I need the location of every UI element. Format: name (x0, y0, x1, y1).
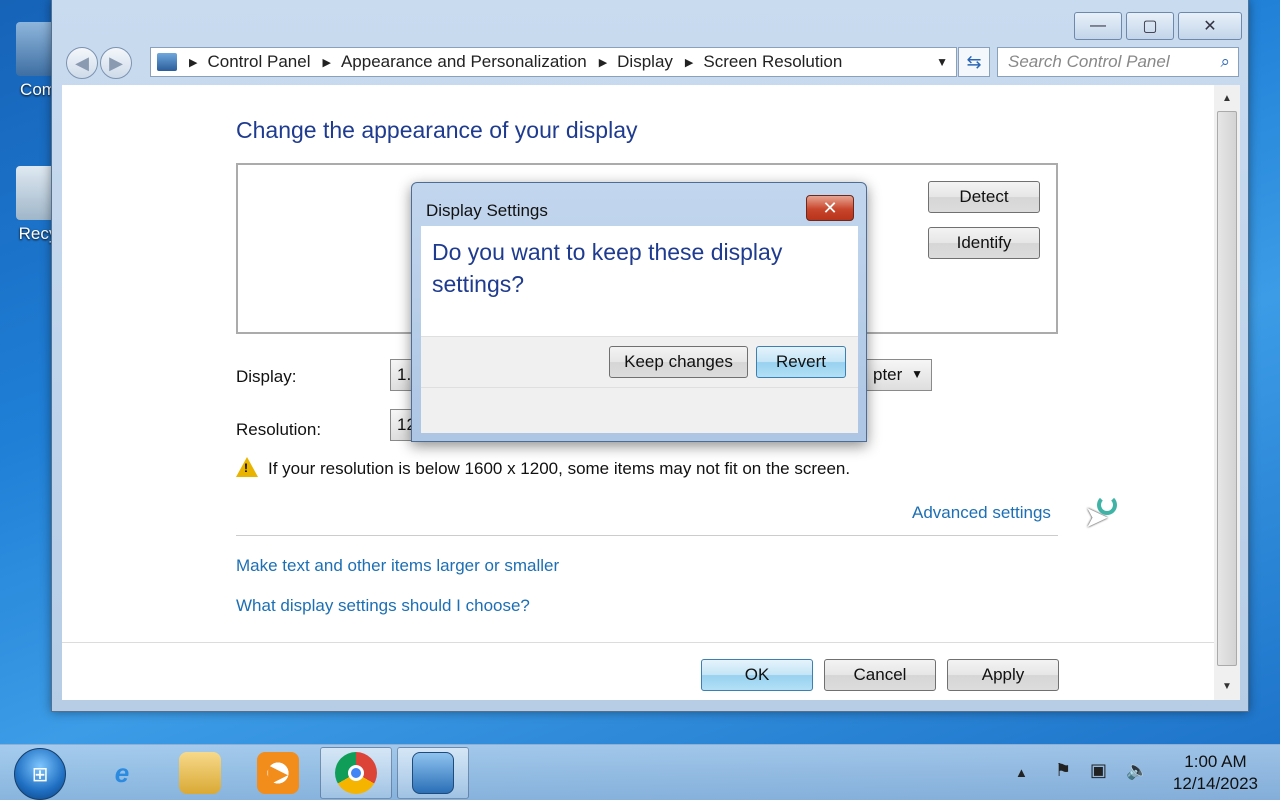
busy-indicator-icon (1097, 495, 1117, 515)
resolution-warning: If your resolution is below 1600 x 1200,… (268, 459, 851, 478)
breadcrumb-control-panel[interactable]: Control Panel (207, 52, 310, 72)
close-icon: ✕ (1203, 18, 1217, 35)
show-hidden-icons-button[interactable]: ▲ (1015, 765, 1028, 780)
ok-button[interactable]: OK (701, 659, 813, 691)
clock-time: 1:00 AM (1184, 752, 1247, 771)
maximize-button[interactable]: ▢ (1126, 12, 1174, 40)
warning-icon: ! (236, 457, 258, 477)
taskbar-file-explorer[interactable] (164, 747, 236, 799)
search-input[interactable]: Search Control Panel ⌕ (997, 47, 1239, 77)
scroll-down-icon[interactable]: ▼ (1214, 681, 1240, 692)
footer-divider (62, 642, 1214, 643)
refresh-button[interactable]: ⇆ (958, 47, 990, 77)
breadcrumb-screen-resolution[interactable]: Screen Resolution (703, 52, 842, 72)
maximize-icon: ▢ (1142, 18, 1158, 35)
dialog-footer: Keep changes Revert (421, 336, 858, 433)
breadcrumb-arrow-icon: ▶ (598, 56, 608, 69)
advanced-settings-link[interactable]: Advanced settings (912, 503, 1051, 523)
display-select-value-tail: pter (873, 365, 903, 384)
resolution-label: Resolution: (236, 420, 322, 439)
display-help-link[interactable]: What display settings should I choose? (236, 596, 530, 616)
dialog-footer-divider (421, 387, 858, 388)
apply-button[interactable]: Apply (947, 659, 1059, 691)
windows-logo-icon: ⊞ (31, 763, 49, 786)
taskbar-control-panel[interactable] (397, 747, 469, 799)
identify-button[interactable]: Identify (928, 227, 1040, 259)
search-placeholder: Search Control Panel (1008, 52, 1170, 71)
dialog-close-button[interactable]: ✕ (806, 195, 854, 221)
close-button[interactable]: ✕ (1178, 12, 1242, 40)
chevron-down-icon: ▼ (911, 367, 923, 381)
search-icon[interactable]: ⌕ (1220, 52, 1230, 72)
breadcrumb-arrow-icon: ▶ (189, 56, 198, 69)
taskbar-internet-explorer[interactable]: e (86, 747, 158, 799)
back-button[interactable]: ◀ (66, 47, 98, 79)
display-label: Display: (236, 367, 297, 386)
dialog-body: Do you want to keep these display settin… (421, 226, 858, 433)
cancel-button[interactable]: Cancel (824, 659, 936, 691)
display-select-value: 1. (397, 365, 412, 384)
network-icon[interactable]: ▣ (1090, 760, 1107, 781)
taskbar-media-player[interactable]: ▶ (242, 747, 314, 799)
start-button[interactable]: ⊞ (14, 748, 66, 800)
close-icon: ✕ (822, 197, 838, 218)
refresh-icon: ⇆ (966, 51, 982, 72)
address-bar[interactable]: ▶ Control Panel ▶ Appearance and Persona… (150, 47, 957, 77)
forward-button[interactable]: ▶ (100, 47, 132, 79)
breadcrumb-appearance[interactable]: Appearance and Personalization (341, 52, 587, 72)
internet-explorer-icon: e (114, 757, 130, 788)
page-title: Change the appearance of your display (236, 117, 638, 143)
taskbar: ⊞ e ▶ ▲ ⚑ ▣ 🔈 1:00 AM 12/14/2023 (0, 744, 1280, 800)
control-panel-icon (157, 53, 177, 71)
keep-changes-button[interactable]: Keep changes (609, 346, 748, 378)
text-size-link[interactable]: Make text and other items larger or smal… (236, 556, 559, 576)
volume-muted-icon[interactable]: 🔈 (1126, 760, 1148, 781)
breadcrumb-arrow-icon: ▶ (322, 56, 331, 69)
folder-icon (179, 752, 221, 794)
divider (236, 535, 1058, 536)
back-arrow-icon: ◀ (75, 52, 89, 73)
minimize-button[interactable]: — (1074, 12, 1122, 40)
dialog-title: Display Settings (426, 201, 548, 220)
dialog-message: Do you want to keep these display settin… (432, 239, 783, 297)
window-controls: — ▢ ✕ (1070, 12, 1242, 40)
scroll-up-icon[interactable]: ▲ (1214, 93, 1240, 104)
control-panel-icon (412, 752, 454, 794)
taskbar-chrome[interactable] (320, 747, 392, 799)
breadcrumb-display[interactable]: Display (617, 52, 673, 72)
action-center-flag-icon[interactable]: ⚑ (1055, 760, 1071, 781)
vertical-scrollbar[interactable]: ▲ ▼ (1214, 85, 1240, 700)
breadcrumb-arrow-icon: ▶ (684, 56, 694, 69)
scrollbar-thumb[interactable] (1217, 111, 1237, 666)
detect-button[interactable]: Detect (928, 181, 1040, 213)
minimize-icon: — (1090, 17, 1106, 34)
display-settings-dialog: Display Settings ✕ Do you want to keep t… (411, 182, 867, 442)
chevron-down-icon[interactable]: ▼ (936, 55, 948, 69)
revert-button[interactable]: Revert (756, 346, 846, 378)
forward-arrow-icon: ▶ (109, 52, 123, 73)
media-player-icon: ▶ (257, 752, 299, 794)
chrome-icon (335, 752, 377, 794)
system-clock[interactable]: 1:00 AM 12/14/2023 (1173, 751, 1258, 795)
clock-date: 12/14/2023 (1172, 774, 1258, 793)
